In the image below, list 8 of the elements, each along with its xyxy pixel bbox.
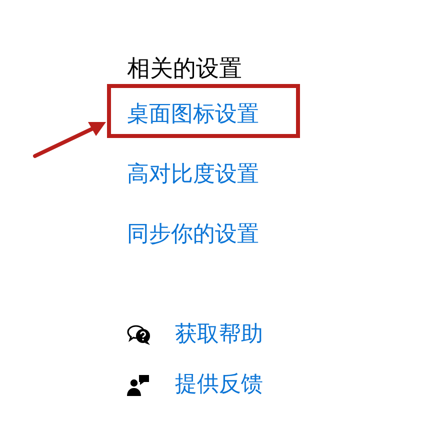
settings-link[interactable]: 桌面图标设置	[127, 101, 259, 129]
help-link[interactable]: 获取帮助	[175, 321, 263, 349]
feedback-icon	[127, 373, 151, 397]
settings-link[interactable]: 同步你的设置	[127, 221, 259, 249]
settings-link[interactable]: 高对比度设置	[127, 161, 259, 189]
section-heading: 相关的设置	[127, 55, 242, 83]
feedback-link[interactable]: 提供反馈	[175, 371, 263, 399]
help-icon	[127, 324, 151, 346]
